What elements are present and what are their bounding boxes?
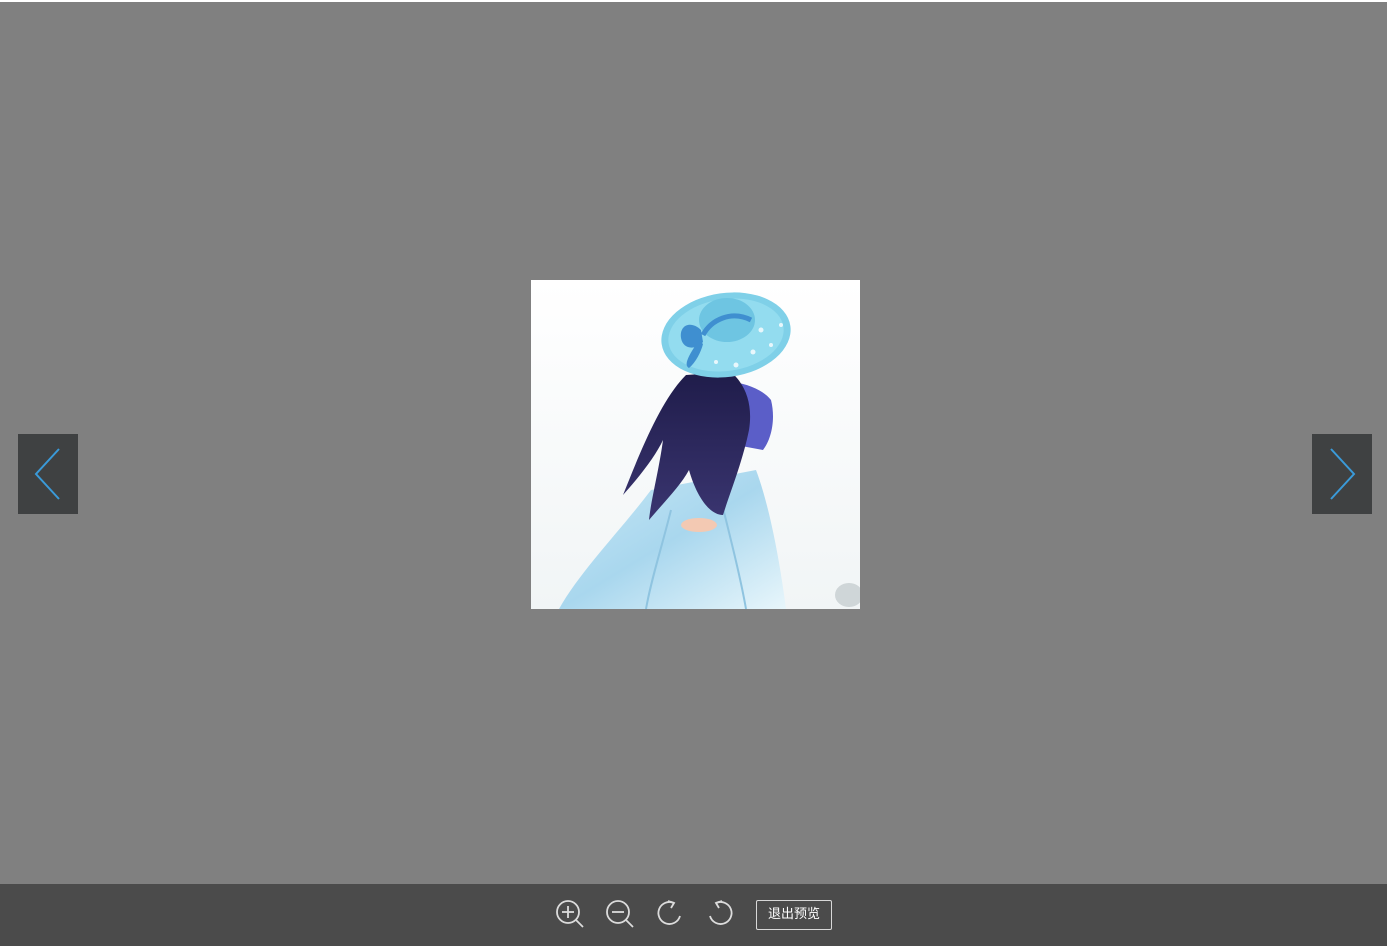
rotate-clockwise-icon [657,900,681,925]
rotate-counterclockwise-icon [709,900,733,925]
exit-preview-button[interactable]: 退出预览 [756,900,832,930]
preview-stage [0,2,1387,884]
next-image-button[interactable] [1312,434,1372,514]
image-preview-viewer: 退出预览 [0,2,1387,946]
previous-image-button[interactable] [18,434,78,514]
zoom-out-icon [606,900,634,928]
chevron-right-icon [1330,448,1356,500]
girl-illustration [531,280,860,609]
preview-toolbar: 退出预览 [0,884,1387,946]
rotate-clockwise-button[interactable] [654,898,686,930]
preview-image[interactable] [531,280,860,609]
chevron-left-icon [34,448,60,500]
zoom-out-button[interactable] [604,898,636,930]
rotate-counterclockwise-button[interactable] [704,898,736,930]
zoom-in-button[interactable] [554,898,586,930]
zoom-in-icon [556,900,584,928]
